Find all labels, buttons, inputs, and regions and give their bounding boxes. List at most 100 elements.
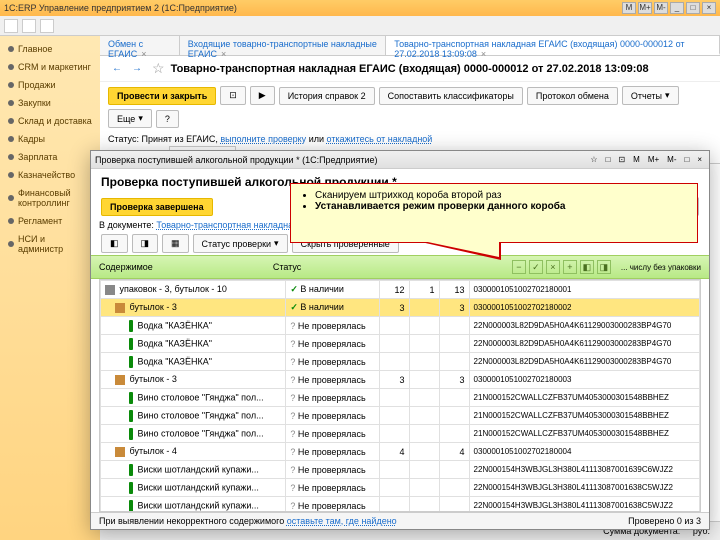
post-button[interactable]: ▶ bbox=[250, 86, 275, 105]
sidebar-item[interactable]: Склад и доставка bbox=[0, 112, 100, 130]
check-done-button[interactable]: Проверка завершена bbox=[101, 198, 213, 216]
modal-close-icon[interactable]: × bbox=[694, 155, 705, 164]
table-row[interactable]: Водка "КАЗЁНКА"? Не проверялась22N000003… bbox=[101, 335, 700, 353]
foot-link[interactable]: оставьте там, где найдено bbox=[287, 516, 397, 526]
reports-button[interactable]: Отчеты ▾ bbox=[622, 86, 679, 105]
ctrl-icon[interactable]: ✓ bbox=[529, 260, 543, 274]
table-row[interactable]: бутылок - 3? Не проверялась3303000010510… bbox=[101, 371, 700, 389]
compare-button[interactable]: Сопоставить классификаторы bbox=[379, 87, 523, 105]
box-icon bbox=[115, 447, 125, 457]
table-row[interactable]: упаковок - 3, бутылок - 10✓ В наличии121… bbox=[101, 281, 700, 299]
dot-icon bbox=[8, 241, 14, 247]
bottle-icon bbox=[129, 356, 133, 368]
ctrl-icon[interactable]: + bbox=[563, 260, 577, 274]
dot-icon bbox=[8, 154, 14, 160]
dot-icon bbox=[8, 118, 14, 124]
nopak-label: ... числу без упаковки bbox=[621, 263, 701, 272]
win-close-icon[interactable]: × bbox=[702, 2, 716, 14]
post-close-button[interactable]: Провести и закрыть bbox=[108, 87, 216, 105]
table-row[interactable]: Вино столовое "Гянджа" пол...? Не провер… bbox=[101, 407, 700, 425]
tb-icon[interactable] bbox=[4, 19, 18, 33]
table-row[interactable]: Виски шотландский купажи...? Не проверял… bbox=[101, 461, 700, 479]
check-link[interactable]: выполните проверку bbox=[220, 134, 306, 144]
mctrl-icon[interactable]: ⊡ bbox=[615, 155, 628, 164]
dot-icon bbox=[8, 64, 14, 70]
save-button[interactable]: ⊡ bbox=[220, 86, 246, 105]
items-grid[interactable]: упаковок - 3, бутылок - 10✓ В наличии121… bbox=[99, 279, 701, 512]
win-btn[interactable]: M bbox=[622, 2, 636, 14]
table-row[interactable]: Водка "КАЗЁНКА"? Не проверялась22N000003… bbox=[101, 317, 700, 335]
status-line: Статус: Принят из ЕГАИС, выполните прове… bbox=[100, 132, 720, 146]
dot-icon bbox=[8, 82, 14, 88]
tb-btn[interactable]: ◧ bbox=[101, 234, 128, 253]
modal-title-text: Проверка поступившей алкогольной продукц… bbox=[95, 155, 378, 165]
app-title: 1С:ERP Управление предприятием 2 (1С:Пре… bbox=[4, 3, 237, 13]
tab[interactable]: Входящие товарно-транспортные накладные … bbox=[180, 36, 387, 55]
tb-btn[interactable]: ◨ bbox=[132, 234, 159, 253]
nav-next-icon[interactable]: → bbox=[128, 61, 146, 76]
dot-icon bbox=[8, 172, 14, 178]
reject-link[interactable]: откажитесь от накладной bbox=[327, 134, 433, 144]
win-max-icon[interactable]: □ bbox=[686, 2, 700, 14]
sidebar-item-label: Регламент bbox=[18, 216, 62, 226]
tab[interactable]: Обмен с ЕГАИС× bbox=[100, 36, 180, 55]
table-row[interactable]: Водка "КАЗЁНКА"? Не проверялась22N000003… bbox=[101, 353, 700, 371]
bottle-icon bbox=[129, 464, 133, 476]
nav-prev-icon[interactable]: ← bbox=[108, 61, 126, 76]
dot-icon bbox=[8, 218, 14, 224]
sidebar-item[interactable]: Казначейство bbox=[0, 166, 100, 184]
doc-toolbar: Провести и закрыть ⊡ ▶ История справок 2… bbox=[100, 82, 720, 132]
table-row[interactable]: Виски шотландский купажи...? Не проверял… bbox=[101, 479, 700, 497]
btn-label: Отчеты bbox=[631, 91, 662, 101]
callout-line: Сканируем штрихкод короба второй раз bbox=[315, 190, 689, 201]
mctrl-icon[interactable]: M+ bbox=[645, 155, 662, 164]
dot-icon bbox=[8, 195, 14, 201]
help-button[interactable]: ? bbox=[156, 110, 179, 128]
mctrl-icon[interactable]: M bbox=[630, 155, 643, 164]
sidebar-item-label: Склад и доставка bbox=[18, 116, 92, 126]
foot-progress: Проверено 0 из 3 bbox=[628, 516, 701, 526]
ctrl-icon[interactable]: ◧ bbox=[580, 260, 594, 274]
sidebar-item[interactable]: Финансовый контроллинг bbox=[0, 184, 100, 212]
box-icon bbox=[115, 303, 125, 313]
win-min-icon[interactable]: _ bbox=[670, 2, 684, 14]
status-value: Принят из ЕГАИС, bbox=[141, 134, 217, 144]
table-row[interactable]: Виски шотландский купажи...? Не проверял… bbox=[101, 497, 700, 513]
mctrl-icon[interactable]: □ bbox=[603, 155, 614, 164]
status-check-button[interactable]: Статус проверки ▾ bbox=[193, 234, 288, 253]
tb-icon[interactable] bbox=[40, 19, 54, 33]
ctrl-icon[interactable]: − bbox=[512, 260, 526, 274]
mctrl-icon[interactable]: ☆ bbox=[587, 155, 600, 164]
bottle-icon bbox=[129, 428, 133, 440]
table-row[interactable]: Вино столовое "Гянджа" пол...? Не провер… bbox=[101, 389, 700, 407]
sidebar-item[interactable]: Главное bbox=[0, 40, 100, 58]
win-btn[interactable]: M+ bbox=[638, 2, 652, 14]
tab[interactable]: Товарно-транспортная накладная ЕГАИС (вх… bbox=[386, 36, 720, 55]
tb-btn[interactable]: ▦ bbox=[162, 234, 189, 253]
table-row[interactable]: Вино столовое "Гянджа" пол...? Не провер… bbox=[101, 425, 700, 443]
favorite-icon[interactable]: ☆ bbox=[152, 60, 165, 77]
sidebar-item[interactable]: Продажи bbox=[0, 76, 100, 94]
sidebar-item[interactable]: Кадры bbox=[0, 130, 100, 148]
table-row[interactable]: бутылок - 3✓ В наличии330300001051002702… bbox=[101, 299, 700, 317]
win-btn[interactable]: M- bbox=[654, 2, 668, 14]
sidebar-item[interactable]: Зарплата bbox=[0, 148, 100, 166]
mctrl-icon[interactable]: M- bbox=[664, 155, 679, 164]
protocol-button[interactable]: Протокол обмена bbox=[527, 87, 618, 105]
mctrl-icon[interactable]: □ bbox=[681, 155, 692, 164]
more-button[interactable]: Еще ▾ bbox=[108, 109, 152, 128]
ctrl-icon[interactable]: ◨ bbox=[597, 260, 611, 274]
ctrl-icon[interactable]: × bbox=[546, 260, 560, 274]
sidebar-item[interactable]: Регламент bbox=[0, 212, 100, 230]
doc-label: В документе: bbox=[99, 220, 154, 230]
nav-arrows: ← → bbox=[108, 61, 146, 76]
tb-icon[interactable] bbox=[22, 19, 36, 33]
table-row[interactable]: бутылок - 4? Не проверялась4403000010510… bbox=[101, 443, 700, 461]
sidebar-item[interactable]: Закупки bbox=[0, 94, 100, 112]
dot-icon bbox=[8, 100, 14, 106]
sidebar-item-label: Зарплата bbox=[18, 152, 57, 162]
history-button[interactable]: История справок 2 bbox=[279, 87, 375, 105]
callout-line: Устанавливается режим проверки данного к… bbox=[315, 201, 689, 212]
sidebar-item[interactable]: НСИ и администр bbox=[0, 230, 100, 258]
sidebar-item[interactable]: CRM и маркетинг bbox=[0, 58, 100, 76]
